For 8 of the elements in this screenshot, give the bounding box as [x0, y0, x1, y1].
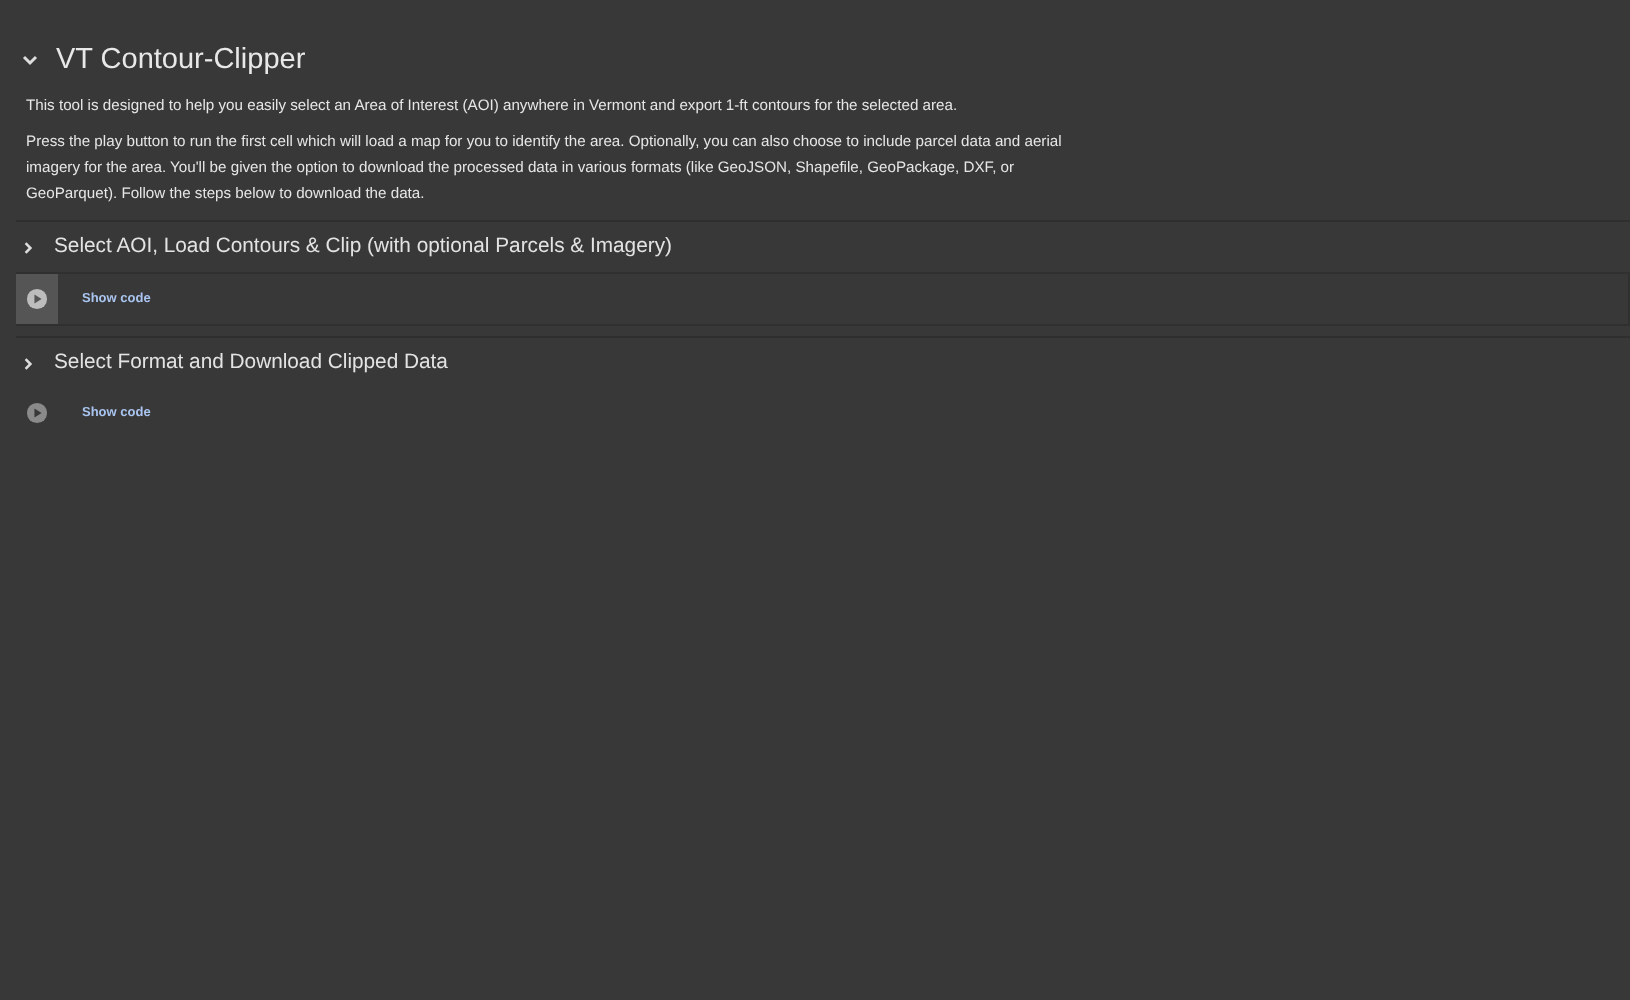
play-icon[interactable] [26, 288, 48, 310]
section-title: Select AOI, Load Contours & Clip (with optional Parcels & Imagery) [54, 236, 672, 258]
chevron-icon[interactable] [20, 239, 36, 255]
chevron-icon[interactable] [20, 355, 36, 371]
chevron-icon[interactable] [20, 50, 40, 70]
notebook-title: VT Contour-Clipper [56, 44, 306, 76]
section-title: Select Format and Download Clipped Data [54, 352, 448, 374]
play-icon[interactable] [26, 402, 48, 424]
